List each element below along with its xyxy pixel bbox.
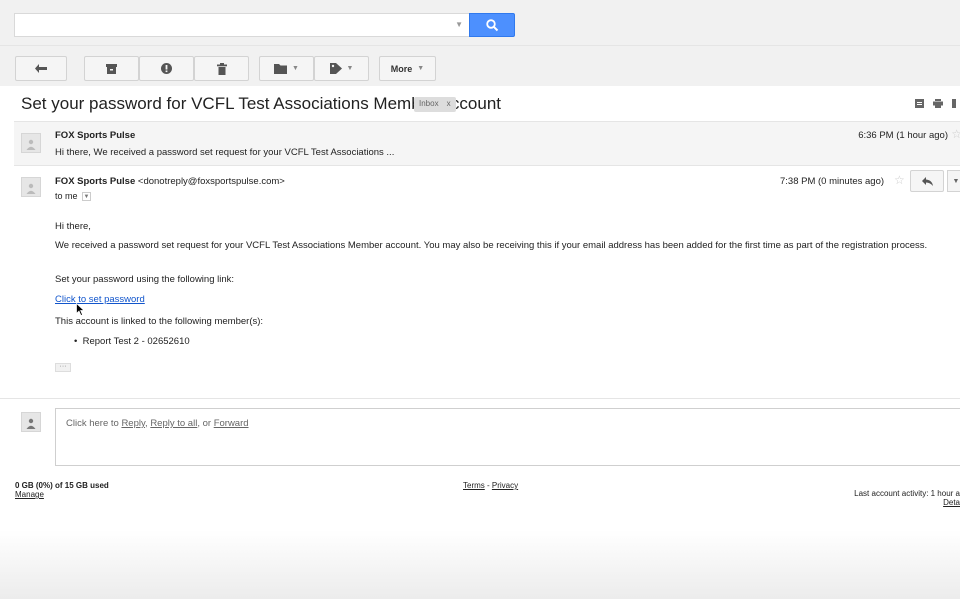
star-icon[interactable]: ☆	[951, 127, 960, 141]
footer-links: Terms - Privacy	[463, 481, 518, 490]
forward-link[interactable]: Forward	[214, 418, 249, 429]
chevron-down-icon: ▼	[346, 65, 354, 72]
chevron-down-icon: ▼	[952, 177, 960, 185]
inbox-label[interactable]: Inbox x	[414, 97, 456, 112]
chevron-down-icon: ▼	[417, 65, 425, 72]
recipient-line: to me ▼	[55, 191, 92, 202]
report-spam-button[interactable]	[139, 56, 194, 81]
chevron-down-icon: ▼	[292, 65, 299, 72]
search-button[interactable]	[469, 13, 515, 37]
archive-icon	[106, 63, 117, 74]
body-paragraph: This account is linked to the following …	[55, 316, 264, 327]
reply-all-link[interactable]: Reply to all	[150, 418, 197, 429]
message-more-button[interactable]: ▼	[947, 170, 960, 192]
subject-row: Set your password for VCFL Test Associat…	[0, 86, 960, 121]
details-link[interactable]: Deta	[854, 498, 960, 507]
member-list-item: • Report Test 2 - 02652610	[74, 336, 190, 347]
reply-prompt: Click here to Reply, Reply to all, or Fo…	[66, 418, 249, 429]
back-button[interactable]	[15, 56, 67, 81]
divider	[0, 398, 960, 399]
person-icon	[26, 418, 36, 429]
search-input[interactable]: ▼	[14, 13, 469, 37]
new-window-icon[interactable]	[952, 99, 956, 108]
sender-line: FOX Sports Pulse <donotreply@foxsportspu…	[55, 176, 285, 187]
person-icon	[26, 183, 36, 194]
sender-email: <donotreply@foxsportspulse.com>	[137, 176, 285, 187]
tag-icon	[329, 63, 342, 74]
labels-button[interactable]: ▼	[314, 56, 369, 81]
reply-box[interactable]: Click here to Reply, Reply to all, or Fo…	[55, 408, 960, 466]
reply-button[interactable]	[910, 170, 944, 192]
message-open: FOX Sports Pulse <donotreply@foxsportspu…	[14, 166, 960, 398]
last-activity-text: Last account activity: 1 hour a	[854, 489, 960, 498]
star-icon[interactable]: ☆	[894, 173, 905, 187]
message-date: 7:38 PM (0 minutes ago)	[780, 176, 885, 187]
privacy-link[interactable]: Privacy	[492, 481, 518, 490]
back-arrow-icon	[35, 64, 47, 73]
search-icon	[486, 19, 499, 32]
reply-link[interactable]: Reply	[121, 418, 145, 429]
exclamation-icon	[161, 63, 172, 74]
show-details-icon[interactable]: ▼	[82, 192, 92, 202]
bullet-icon: •	[74, 336, 78, 347]
subject-actions	[915, 99, 956, 108]
body-paragraph: We received a password set request for y…	[55, 240, 928, 251]
folder-icon	[274, 63, 288, 74]
storage-info: 0 GB (0%) of 15 GB used Manage	[15, 481, 109, 499]
archive-button[interactable]	[84, 56, 139, 81]
member-name: Report Test 2 - 02652610	[82, 336, 190, 347]
trash-icon	[216, 62, 227, 75]
body-greeting: Hi there,	[55, 221, 91, 232]
recipient-text: to me	[55, 191, 78, 201]
reply-icon	[921, 176, 933, 186]
manage-link[interactable]: Manage	[15, 490, 109, 499]
footer-separator: -	[484, 481, 492, 490]
avatar	[21, 177, 41, 197]
inbox-label-text: Inbox	[419, 99, 439, 108]
terms-link[interactable]: Terms	[463, 481, 485, 490]
expand-all-icon[interactable]	[915, 99, 924, 108]
reply-prefix: Click here to	[66, 418, 122, 429]
avatar	[21, 133, 41, 153]
storage-usage: 0 GB (0%) of 15 GB used	[15, 481, 109, 490]
set-password-link[interactable]: Click to set password	[55, 294, 145, 305]
search-options-icon[interactable]: ▼	[455, 20, 463, 29]
top-bar: ▼	[0, 0, 960, 46]
move-to-button[interactable]: ▼	[259, 56, 314, 81]
message-collapsed[interactable]: FOX Sports Pulse Hi there, We received a…	[14, 121, 960, 166]
show-trimmed-content-button[interactable]: ···	[55, 363, 71, 372]
account-activity: Last account activity: 1 hour a Deta	[854, 489, 960, 507]
person-icon	[26, 139, 36, 150]
sender-name: FOX Sports Pulse	[55, 130, 136, 141]
page-bottom-shade	[0, 530, 960, 599]
message-date: 6:36 PM (1 hour ago)	[858, 130, 948, 141]
avatar	[21, 412, 41, 432]
more-button[interactable]: More ▼	[379, 56, 436, 81]
reply-sep: , or	[197, 418, 214, 429]
sender-name: FOX Sports Pulse	[55, 176, 136, 187]
toolbar: ▼ ▼ More ▼	[0, 46, 960, 86]
print-icon[interactable]	[933, 99, 943, 108]
mouse-cursor-icon	[76, 303, 85, 316]
delete-button[interactable]	[194, 56, 249, 81]
reply-area: Click here to Reply, Reply to all, or Fo…	[14, 406, 960, 468]
more-button-label: More	[390, 63, 413, 74]
body-paragraph: Set your password using the following li…	[55, 274, 235, 285]
message-snippet: Hi there, We received a password set req…	[55, 147, 395, 158]
remove-label-icon[interactable]: x	[447, 99, 451, 108]
